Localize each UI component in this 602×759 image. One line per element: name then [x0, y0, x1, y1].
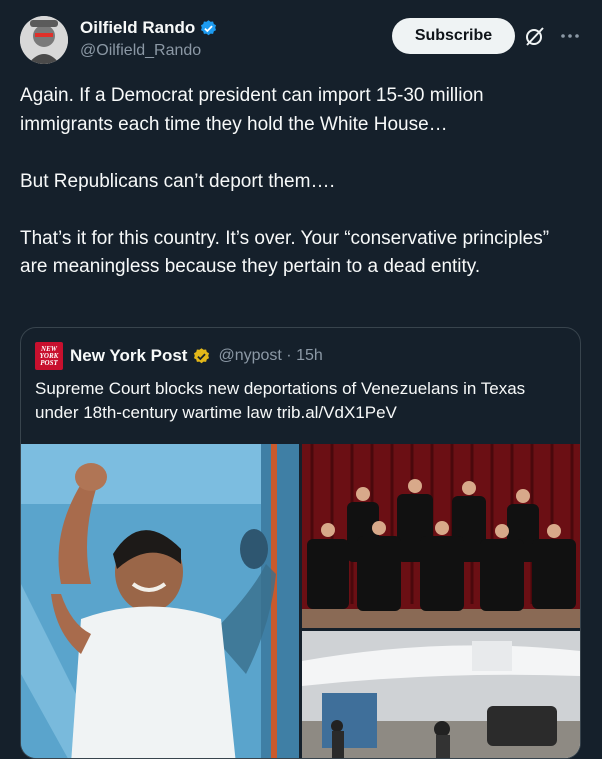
display-name-row: Oilfield Rando — [80, 16, 218, 40]
quote-handle-time[interactable]: @nypost · 15h — [218, 347, 322, 365]
more-options-icon[interactable] — [558, 24, 582, 48]
verified-badge-icon[interactable] — [199, 19, 218, 38]
display-name[interactable]: Oilfield Rando — [80, 18, 195, 38]
quote-text: Supreme Court blocks new deportations of… — [35, 379, 526, 422]
grok-icon[interactable] — [523, 24, 547, 48]
avatar-image — [20, 16, 68, 64]
logo-line: POST — [40, 358, 58, 367]
tweet-text: Again. If a Democrat president can impor… — [20, 82, 580, 282]
photo-airplane-tarmac-art — [302, 631, 580, 758]
photo-supreme-court-art — [302, 444, 580, 628]
tweet-paragraph: But Republicans can’t deport them…. — [20, 170, 335, 192]
photo-man-waving-art — [21, 444, 299, 758]
quote-header: NEW YORK POST New York Post @nypost · 15… — [35, 342, 323, 370]
quoted-tweet[interactable]: NEW YORK POST New York Post @nypost · 15… — [20, 327, 581, 759]
tweet: Oilfield Rando @Oilfield_Rando Subscribe… — [0, 0, 602, 759]
quote-media[interactable] — [21, 444, 580, 758]
nypost-logo: NEW YORK POST — [35, 342, 63, 370]
photo-supreme-court[interactable] — [302, 444, 580, 628]
tweet-paragraph: That’s it for this country. It’s over. Y… — [20, 227, 550, 278]
tweet-paragraph: Again. If a Democrat president can impor… — [20, 85, 484, 135]
verified-gold-badge-icon — [194, 347, 210, 363]
avatar[interactable] — [20, 16, 68, 64]
quote-source-name[interactable]: New York Post — [70, 346, 187, 366]
author-block: Oilfield Rando @Oilfield_Rando — [80, 16, 218, 60]
subscribe-button[interactable]: Subscribe — [392, 18, 515, 54]
photo-airplane-tarmac[interactable] — [302, 631, 580, 758]
author-handle[interactable]: @Oilfield_Rando — [80, 42, 218, 60]
photo-man-waving[interactable] — [21, 444, 299, 758]
